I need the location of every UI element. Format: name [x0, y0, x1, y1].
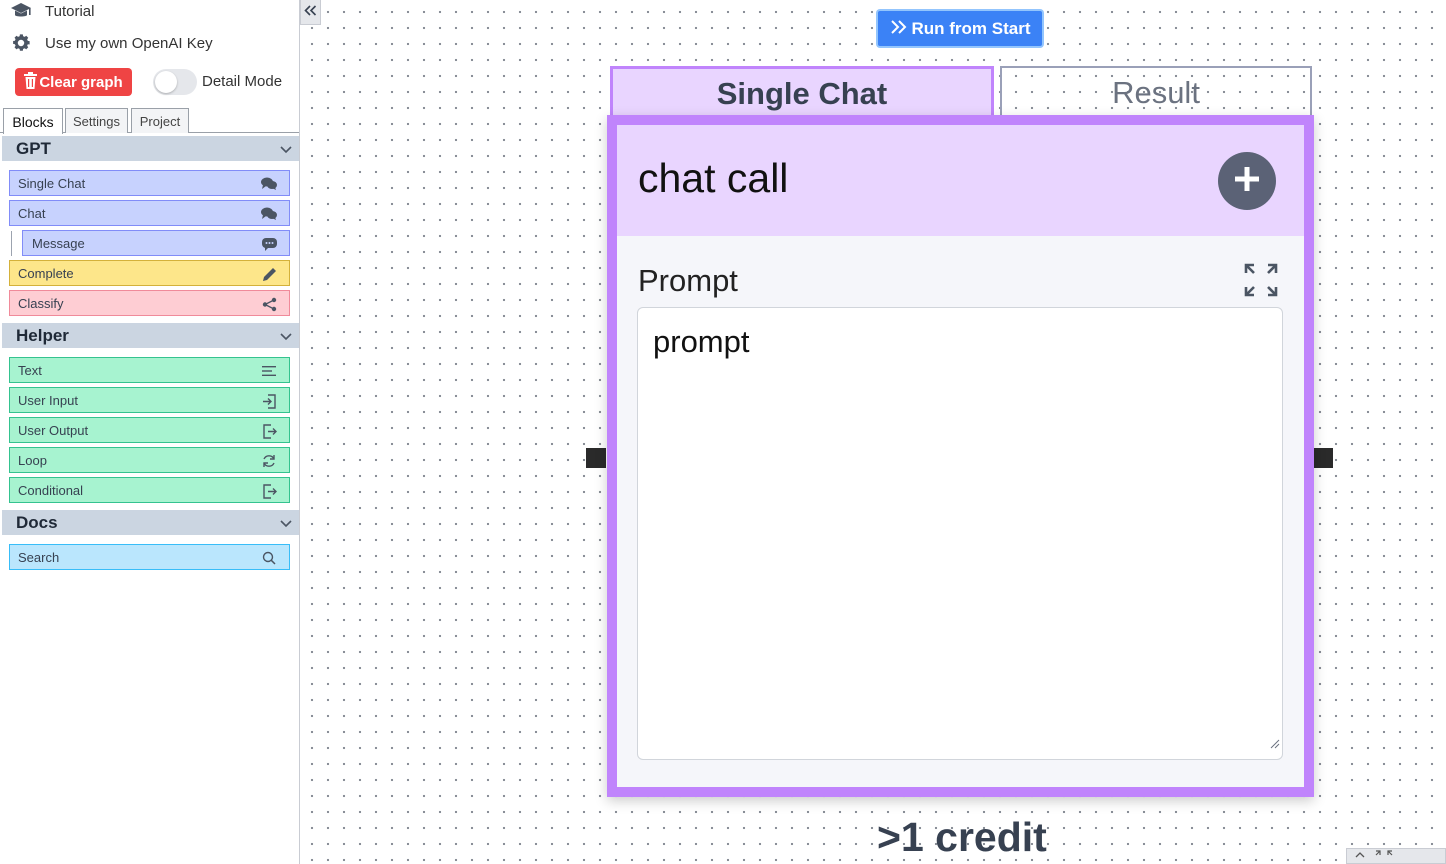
block-text[interactable]: Text — [9, 357, 290, 383]
chevron-down-icon — [279, 140, 293, 160]
section-title: Docs — [16, 512, 58, 532]
canvas-controls[interactable] — [1346, 848, 1446, 864]
resize-grip-icon[interactable] — [1270, 721, 1280, 757]
output-icon — [261, 483, 277, 499]
prompt-label: Prompt — [638, 263, 738, 298]
plus-icon — [1232, 164, 1262, 199]
tutorial-label: Tutorial — [45, 2, 95, 20]
single-chat-node[interactable]: chat call Prompt prompt — [607, 115, 1314, 797]
openai-key-link[interactable]: Use my own OpenAI Key — [10, 32, 213, 54]
graduation-cap-icon — [10, 0, 32, 22]
block-label: Single Chat — [18, 175, 86, 191]
node-title[interactable]: chat call — [638, 155, 788, 202]
output-icon — [261, 423, 277, 439]
gear-icon — [10, 32, 32, 54]
tutorial-link[interactable]: Tutorial — [10, 0, 94, 22]
double-chevron-left-icon — [304, 3, 317, 21]
detail-mode-toggle[interactable] — [153, 69, 197, 95]
chat-bubble-icon — [261, 236, 277, 252]
tab-blocks[interactable]: Blocks — [3, 108, 63, 134]
graph-canvas[interactable]: Run from Start Single Chat Result chat c… — [300, 0, 1446, 864]
block-user-input[interactable]: User Input — [9, 387, 290, 413]
block-message[interactable]: Message — [22, 230, 290, 256]
node-tab-result[interactable]: Result — [1000, 66, 1312, 118]
fit-view-icon[interactable] — [1375, 849, 1393, 863]
block-loop[interactable]: Loop — [9, 447, 290, 473]
search-icon — [261, 550, 277, 566]
block-label: Text — [18, 362, 42, 378]
tab-project[interactable]: Project — [131, 108, 189, 133]
block-label: Complete — [18, 265, 74, 281]
block-classify[interactable]: Classify — [9, 290, 290, 316]
detail-mode-label: Detail Mode — [202, 73, 283, 90]
refresh-icon — [261, 453, 277, 469]
chevron-down-icon — [279, 327, 293, 347]
trash-icon — [24, 71, 38, 93]
section-header-docs[interactable]: Docs — [2, 510, 299, 535]
double-chevron-right-icon — [890, 19, 908, 39]
prompt-text: prompt — [653, 324, 750, 359]
openai-key-label: Use my own OpenAI Key — [45, 34, 213, 52]
block-label: Loop — [18, 452, 47, 468]
expand-icon[interactable] — [1243, 262, 1279, 298]
block-chat[interactable]: Chat — [9, 200, 290, 226]
chevron-down-icon — [279, 514, 293, 534]
section-title: GPT — [16, 138, 51, 158]
clear-graph-label: Clear graph — [39, 73, 123, 91]
chevron-up-icon[interactable] — [1355, 851, 1365, 862]
prompt-textarea[interactable]: prompt — [637, 307, 1283, 760]
chat-bubbles-icon — [261, 206, 277, 222]
block-label: User Output — [18, 422, 89, 438]
input-icon — [261, 393, 277, 409]
block-label: Chat — [18, 205, 46, 221]
block-user-output[interactable]: User Output — [9, 417, 290, 443]
block-conditional[interactable]: Conditional — [9, 477, 290, 503]
add-button[interactable] — [1218, 152, 1276, 210]
tab-settings[interactable]: Settings — [65, 108, 128, 133]
block-label: Classify — [18, 295, 64, 311]
nesting-connector — [11, 231, 12, 256]
block-search[interactable]: Search — [9, 544, 290, 570]
block-label: User Input — [18, 392, 78, 408]
output-connection-handle[interactable] — [1313, 448, 1333, 468]
block-label: Search — [18, 549, 60, 565]
text-lines-icon — [261, 363, 277, 379]
section-header-gpt[interactable]: GPT — [2, 136, 299, 161]
share-icon — [261, 296, 277, 312]
section-title: Helper — [16, 325, 69, 345]
section-header-helper[interactable]: Helper — [2, 323, 299, 348]
toggle-knob — [155, 71, 177, 93]
input-connection-handle[interactable] — [586, 448, 606, 468]
clear-graph-button[interactable]: Clear graph — [15, 68, 132, 96]
sidebar: Tutorial Use my own OpenAI Key Clear gra… — [0, 0, 300, 864]
block-complete[interactable]: Complete — [9, 260, 290, 286]
block-single-chat[interactable]: Single Chat — [9, 170, 290, 196]
run-from-start-button[interactable]: Run from Start — [878, 11, 1042, 46]
sidebar-tabs: Blocks Settings Project — [0, 108, 299, 134]
node-tab-single-chat[interactable]: Single Chat — [610, 66, 994, 118]
collapse-sidebar-button[interactable] — [300, 0, 321, 25]
pencil-icon — [261, 266, 277, 282]
run-button-label: Run from Start — [911, 18, 1031, 38]
chat-bubbles-icon — [261, 176, 277, 192]
credit-cost-label: >1 credit — [877, 814, 1047, 860]
block-label: Conditional — [18, 482, 84, 498]
node-header: chat call — [617, 125, 1304, 236]
block-label: Message — [32, 235, 85, 251]
